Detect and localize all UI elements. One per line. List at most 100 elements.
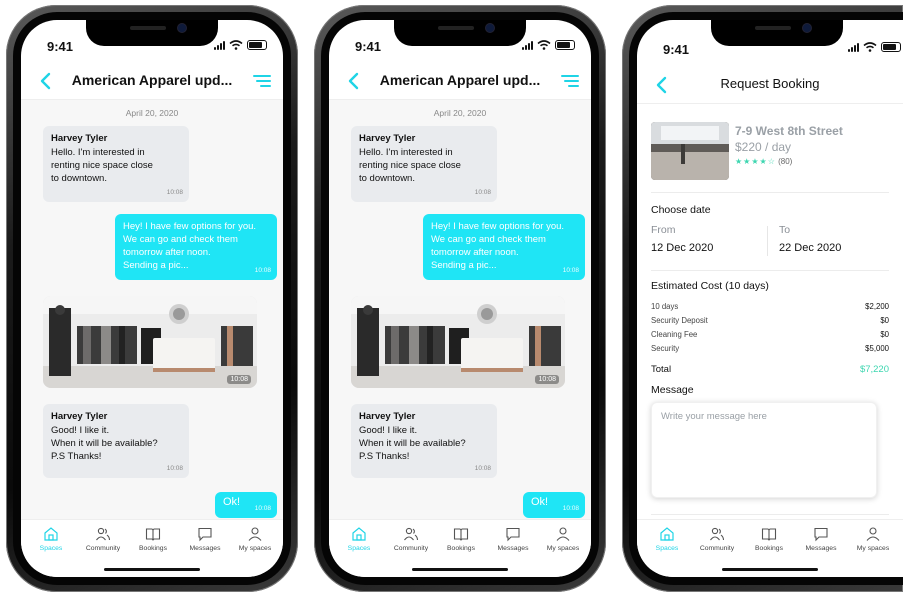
phone-frame-3: 9:41 Request Booking 7-9 West 8th Street…	[622, 5, 903, 592]
message-time: 10:08	[535, 375, 559, 384]
tab-messages[interactable]: Messages	[487, 526, 539, 552]
tab-my-spaces[interactable]: My spaces	[537, 526, 589, 552]
message-bubble-outgoing[interactable]: Hey! I have few options for you. We can …	[115, 214, 277, 280]
phone-frame-2: 9:41 American Apparel upd... April 20, 2…	[314, 5, 606, 592]
cost-value: $2,200	[865, 302, 889, 311]
tab-label: Community	[699, 545, 735, 552]
message-time: 10:08	[562, 267, 579, 274]
showroom-photo[interactable]: 10:08	[43, 296, 257, 388]
home-indicator[interactable]	[412, 568, 508, 571]
signal-icon	[848, 42, 859, 52]
to-value: 22 Dec 2020	[779, 242, 842, 254]
tab-community[interactable]: Community	[77, 526, 129, 552]
filter-icon[interactable]	[253, 74, 271, 88]
wifi-icon	[537, 40, 551, 50]
message-bubble-incoming[interactable]: Harvey Tyler Hello. I'm interested in re…	[351, 126, 497, 202]
divider	[651, 514, 889, 515]
cost-row: Cleaning Fee $0	[651, 330, 889, 343]
tab-messages[interactable]: Messages	[795, 526, 847, 552]
book-icon	[145, 528, 161, 541]
cost-label: 10 days	[651, 302, 679, 311]
cost-value: $0	[880, 316, 889, 325]
message-line: Good! I like it.	[51, 425, 110, 436]
message-line: Hello. I'm interested in	[51, 147, 145, 158]
message-icon	[198, 527, 212, 542]
message-time: 10:08	[562, 505, 579, 512]
tab-spaces[interactable]: Spaces	[333, 526, 385, 552]
message-bubble-outgoing[interactable]: Ok! 10:08	[215, 492, 277, 518]
home-icon	[660, 527, 674, 541]
tab-label: Bookings	[447, 545, 475, 552]
tab-my-spaces[interactable]: My spaces	[229, 526, 281, 552]
message-line: Hey! I have few options for you.	[123, 221, 257, 232]
cost-row: Security Deposit $0	[651, 316, 889, 329]
tab-spaces[interactable]: Spaces	[25, 526, 77, 552]
chat-screen-1: 9:41 American Apparel upd... April 20, 2…	[21, 20, 283, 577]
total-value: $7,220	[859, 364, 889, 375]
tab-label: My spaces	[238, 545, 272, 552]
tab-bar: Spaces Community Bookings Messages My sp…	[329, 519, 591, 577]
total-label: Total	[651, 364, 672, 375]
message-input[interactable]	[652, 403, 876, 497]
tab-bookings[interactable]: Bookings	[435, 526, 487, 552]
battery-icon	[247, 40, 267, 50]
tab-community[interactable]: Community	[691, 526, 743, 552]
message-line: We can go and check them	[431, 234, 546, 245]
phone-frame-1: 9:41 American Apparel upd... April 20, 2…	[6, 5, 298, 592]
chat-thread[interactable]: April 20, 2020 Harvey Tyler Hello. I'm i…	[329, 100, 591, 520]
from-value: 12 Dec 2020	[651, 242, 714, 254]
tab-my-spaces[interactable]: My spaces	[847, 526, 899, 552]
property-rating: ★★★★☆ (80)	[735, 157, 792, 166]
tab-label: Spaces	[655, 545, 679, 552]
message-line: Hey! I have few options for you.	[431, 221, 565, 232]
tab-spaces[interactable]: Spaces	[641, 526, 693, 552]
message-line: Good! I like it.	[359, 425, 418, 436]
message-line: tomorrow after noon.	[431, 247, 519, 258]
message-bubble-incoming[interactable]: Harvey Tyler Good! I like it. When it wi…	[43, 404, 189, 478]
tab-label: Community	[85, 545, 121, 552]
message-line: tomorrow after noon.	[123, 247, 211, 258]
message-time: 10:08	[474, 189, 491, 196]
message-time: 10:08	[227, 375, 251, 384]
showroom-photo[interactable]: 10:08	[351, 296, 565, 388]
from-label: From	[651, 224, 676, 236]
user-icon	[248, 527, 262, 541]
message-bubble-outgoing[interactable]: Hey! I have few options for you. We can …	[423, 214, 585, 280]
battery-icon	[555, 40, 575, 50]
showroom-image	[351, 296, 565, 388]
property-name: 7-9 West 8th Street	[735, 124, 843, 138]
filter-icon[interactable]	[561, 74, 579, 88]
booking-screen: 9:41 Request Booking 7-9 West 8th Street…	[637, 20, 903, 577]
tab-community[interactable]: Community	[385, 526, 437, 552]
property-summary[interactable]: 7-9 West 8th Street $220 / day ★★★★☆ (80…	[651, 122, 883, 182]
tab-bookings[interactable]: Bookings	[127, 526, 179, 552]
chat-date: April 20, 2020	[125, 108, 179, 118]
tab-label: Spaces	[39, 545, 63, 552]
home-icon	[352, 527, 366, 541]
divider	[767, 226, 768, 256]
booking-title: Request Booking	[720, 76, 820, 91]
date-from[interactable]: From 12 Dec 2020	[651, 224, 761, 260]
sender-name: Harvey Tyler	[359, 133, 416, 144]
home-indicator[interactable]	[722, 568, 818, 571]
message-bubble-incoming[interactable]: Harvey Tyler Good! I like it. When it wi…	[351, 404, 497, 478]
tab-label: Spaces	[347, 545, 371, 552]
message-label: Message	[651, 384, 694, 396]
home-indicator[interactable]	[104, 568, 200, 571]
message-bubble-outgoing[interactable]: Ok! 10:08	[523, 492, 585, 518]
message-line: When it will be available?	[51, 438, 158, 449]
tab-messages[interactable]: Messages	[179, 526, 231, 552]
chat-thread[interactable]: April 20, 2020 Harvey Tyler Hello. I'm i…	[21, 100, 283, 520]
booking-form: 7-9 West 8th Street $220 / day ★★★★☆ (80…	[637, 104, 903, 524]
status-time: 9:41	[355, 39, 382, 54]
book-icon	[453, 528, 469, 541]
chat-header: American Apparel upd...	[21, 62, 283, 100]
date-to[interactable]: To 22 Dec 2020	[779, 224, 889, 260]
message-icon	[506, 527, 520, 542]
message-bubble-incoming[interactable]: Harvey Tyler Hello. I'm interested in re…	[43, 126, 189, 202]
tab-bar: Spaces Community Bookings Messages My sp…	[21, 519, 283, 577]
tab-bookings[interactable]: Bookings	[743, 526, 795, 552]
tab-label: My spaces	[856, 545, 890, 552]
to-label: To	[779, 224, 791, 236]
tab-label: Messages	[189, 545, 221, 552]
